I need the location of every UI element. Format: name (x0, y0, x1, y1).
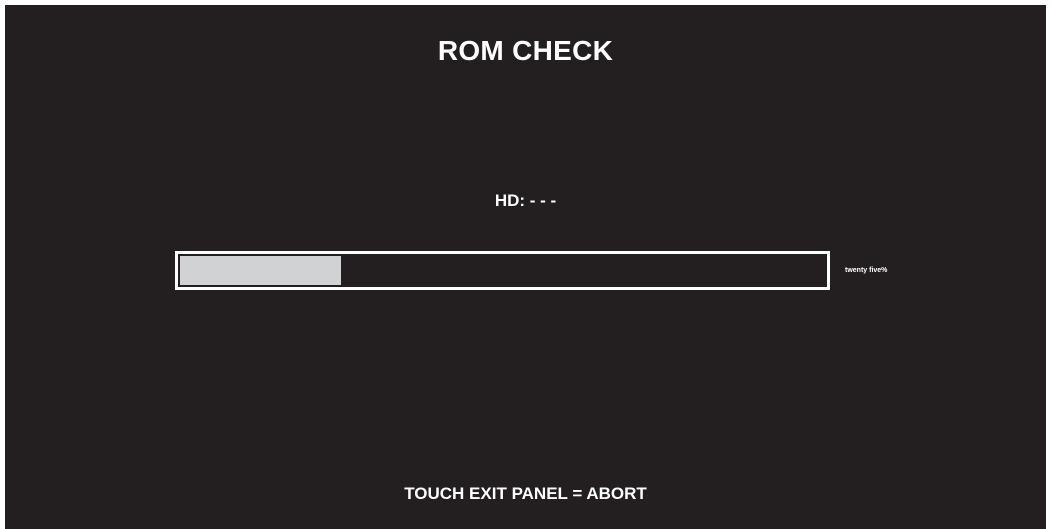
progress-percent-label: twenty five% (845, 267, 888, 274)
abort-hint: TOUCH EXIT PANEL = ABORT (404, 484, 647, 503)
progress-bar (175, 251, 830, 290)
hd-status-text: HD: - - - (494, 191, 557, 210)
page-title: ROM CHECK (437, 35, 614, 66)
progress-bar-fill (180, 256, 341, 285)
rom-check-screen: ROM CHECK HD: - - - twenty five% TOUCH E… (5, 5, 1046, 529)
